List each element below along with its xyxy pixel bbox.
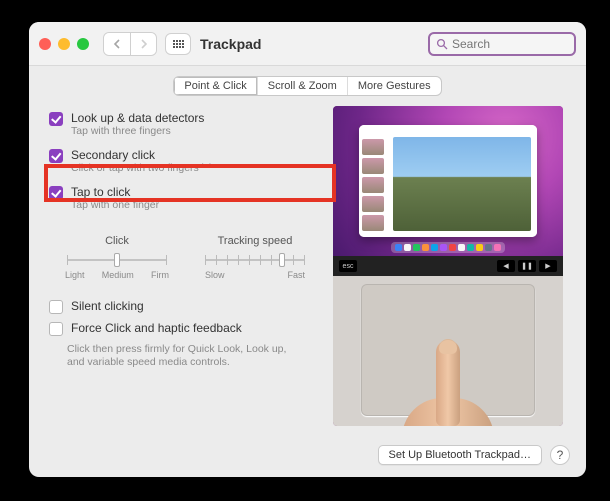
setup-bluetooth-button[interactable]: Set Up Bluetooth Trackpad…	[378, 445, 542, 465]
tab-more-gestures[interactable]: More Gestures	[347, 77, 441, 95]
slider-click-label: Click	[105, 235, 129, 247]
option-lookup-sub: Tap with three fingers	[71, 125, 204, 138]
force-click-hint: Click then press firmly for Quick Look, …	[67, 343, 297, 369]
checkbox-tap[interactable]	[49, 186, 63, 200]
option-secondary-sub[interactable]: Click or tap with two fingers﹀	[71, 162, 211, 175]
slider-click: Click Light Medium Firm	[65, 235, 169, 280]
slider-click-thumb[interactable]	[114, 253, 120, 267]
slider-tracking-track[interactable]	[205, 253, 305, 267]
preview-finger	[422, 330, 474, 426]
chevron-down-icon: ﹀	[202, 163, 211, 173]
tab-scroll-zoom[interactable]: Scroll & Zoom	[257, 77, 347, 95]
segmented-control: Point & Click Scroll & Zoom More Gesture…	[173, 76, 441, 96]
back-button[interactable]	[104, 33, 130, 55]
preview-screen	[333, 106, 563, 256]
option-secondary[interactable]: Secondary click Click or tap with two fi…	[45, 143, 327, 180]
forward-button[interactable]	[130, 33, 156, 55]
content-area: Look up & data detectors Tap with three …	[29, 102, 586, 477]
search-icon	[436, 38, 448, 50]
checkbox-secondary[interactable]	[49, 149, 63, 163]
tab-point-click[interactable]: Point & Click	[174, 77, 256, 95]
option-secondary-title: Secondary click	[71, 148, 211, 162]
checkbox-lookup[interactable]	[49, 112, 63, 126]
nav-buttons	[103, 32, 157, 56]
trackpad-preview: esc ◀❚❚▶	[333, 106, 563, 426]
option-silent-title: Silent clicking	[71, 299, 144, 313]
tab-bar: Point & Click Scroll & Zoom More Gesture…	[29, 66, 586, 102]
toolbar: Trackpad	[29, 22, 586, 66]
search-input[interactable]	[452, 37, 568, 51]
slider-tracking-label: Tracking speed	[218, 235, 293, 247]
show-all-button[interactable]	[165, 33, 191, 55]
preview-keyboard-row: esc ◀❚❚▶	[333, 256, 563, 276]
help-button[interactable]: ?	[550, 445, 570, 465]
slider-tracking: Tracking speed Slow Fast	[205, 235, 305, 280]
minimize-icon[interactable]	[58, 38, 70, 50]
option-silent-clicking[interactable]: Silent clicking	[45, 294, 327, 319]
option-lookup[interactable]: Look up & data detectors Tap with three …	[45, 106, 327, 143]
prefs-window: Trackpad Point & Click Scroll & Zoom Mor…	[29, 22, 586, 477]
option-force-click[interactable]: Force Click and haptic feedback	[45, 319, 327, 341]
preview-finder-window	[359, 125, 537, 237]
checkbox-force-click[interactable]	[49, 322, 63, 336]
preview-dock	[391, 242, 505, 253]
window-controls	[39, 38, 89, 50]
preview-trackpad-area	[333, 276, 563, 426]
option-tap-title: Tap to click	[71, 185, 159, 199]
grid-icon	[173, 40, 184, 48]
options-column: Look up & data detectors Tap with three …	[45, 106, 327, 467]
page-title: Trackpad	[200, 36, 261, 52]
slider-tracking-thumb[interactable]	[279, 253, 285, 267]
search-field[interactable]	[428, 32, 576, 56]
bottom-bar: Set Up Bluetooth Trackpad… ?	[378, 445, 570, 465]
esc-key: esc	[339, 260, 357, 272]
slider-click-track[interactable]	[67, 253, 167, 267]
option-force-click-title: Force Click and haptic feedback	[71, 321, 242, 335]
option-tap-to-click[interactable]: Tap to click Tap with one finger	[45, 180, 327, 217]
option-lookup-title: Look up & data detectors	[71, 111, 204, 125]
preview-column: esc ◀❚❚▶	[327, 106, 570, 467]
option-tap-sub: Tap with one finger	[71, 199, 159, 212]
checkbox-silent[interactable]	[49, 300, 63, 314]
close-icon[interactable]	[39, 38, 51, 50]
sliders-row: Click Light Medium Firm Tracking speed	[65, 235, 327, 280]
zoom-icon[interactable]	[77, 38, 89, 50]
